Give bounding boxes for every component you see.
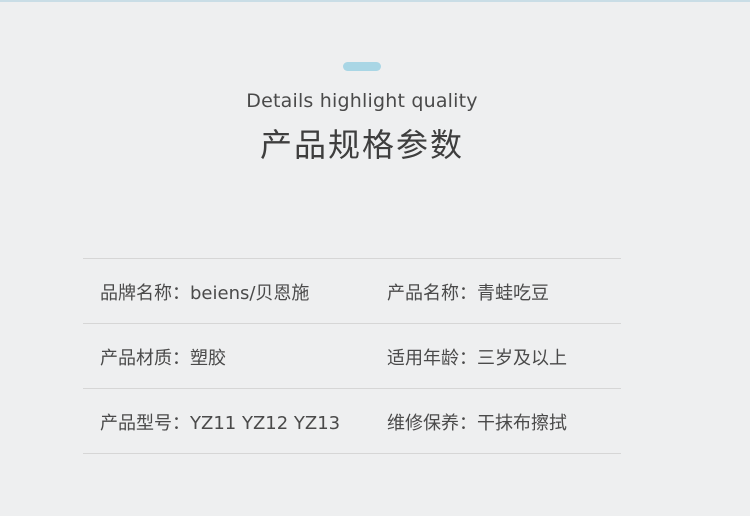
spec-material: 产品材质：塑胶 xyxy=(100,348,226,369)
accent-bar xyxy=(343,62,381,71)
spec-table: 品牌名称：beiens/贝恩施 产品名称：青蛙吃豆 产品材质：塑胶 适用年龄：三… xyxy=(83,258,621,454)
spec-product-name: 产品名称：青蛙吃豆 xyxy=(387,283,549,304)
spec-row: 产品材质：塑胶 适用年龄：三岁及以上 xyxy=(83,323,621,388)
section-title: 产品规格参数 xyxy=(259,126,464,164)
top-border-line xyxy=(0,0,750,2)
spec-maintenance: 维修保养：干抹布擦拭 xyxy=(387,413,567,434)
spec-age: 适用年龄：三岁及以上 xyxy=(387,348,567,369)
spec-row: 品牌名称：beiens/贝恩施 产品名称：青蛙吃豆 xyxy=(83,258,621,323)
spec-brand: 品牌名称：beiens/贝恩施 xyxy=(100,283,310,304)
section-subtitle: Details highlight quality xyxy=(246,90,478,112)
spec-row: 产品型号：YZ11 YZ12 YZ13 维修保养：干抹布擦拭 xyxy=(83,388,621,454)
spec-model: 产品型号：YZ11 YZ12 YZ13 xyxy=(100,413,341,434)
